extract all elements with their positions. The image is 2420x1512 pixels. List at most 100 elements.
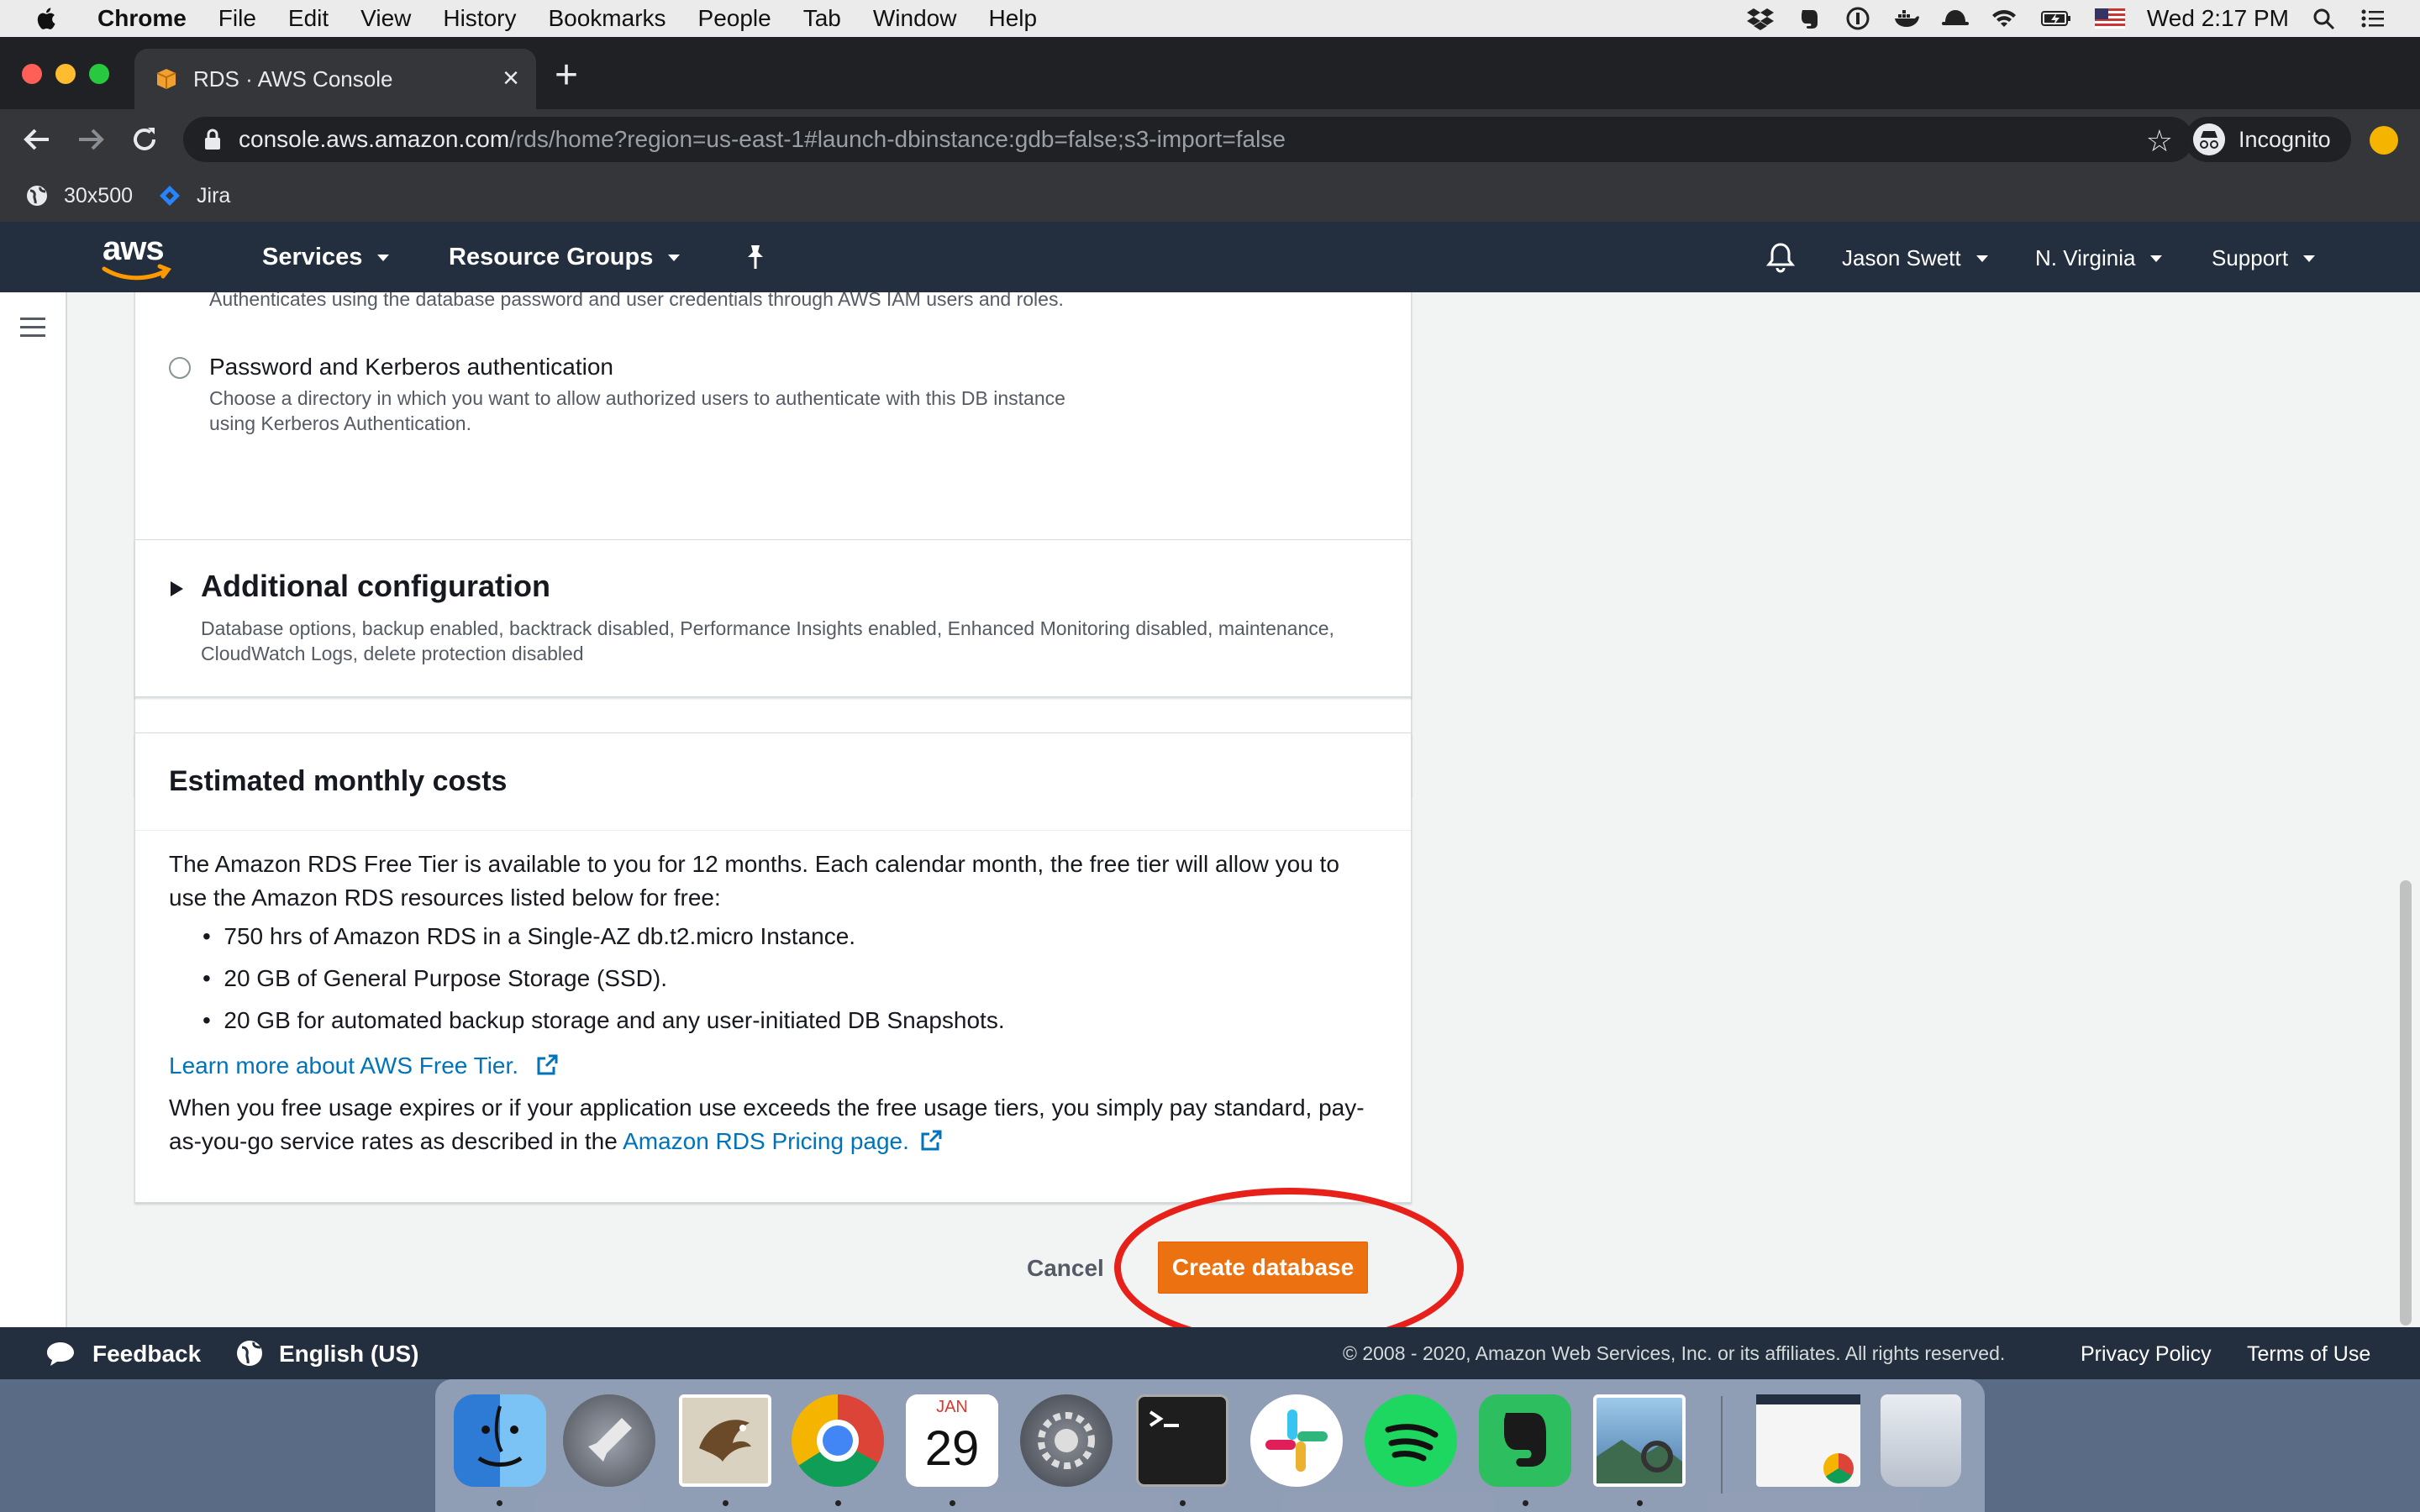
apple-icon[interactable]: [34, 6, 57, 31]
forward-arrow-icon[interactable]: [71, 119, 111, 160]
list-item: • 750 hrs of Amazon RDS in a Single-AZ d…: [203, 923, 856, 949]
incognito-status-icon[interactable]: [1941, 7, 1969, 30]
kerberos-label[interactable]: Password and Kerberos authentication: [209, 350, 613, 384]
cancel-button[interactable]: Cancel: [1027, 1255, 1104, 1282]
feedback-icon[interactable]: [45, 1341, 76, 1368]
bell-icon[interactable]: [1766, 242, 1795, 274]
aws-console-nav: aws Services Resource Groups Jason Swett…: [0, 222, 2420, 292]
chevron-down-icon: [1975, 255, 1988, 262]
aws-console-footer: Feedback English (US) © 2008 - 2020, Ama…: [0, 1327, 2420, 1379]
evernote-app-icon[interactable]: [1479, 1394, 1571, 1487]
services-menu[interactable]: Services: [262, 244, 390, 271]
menu-view[interactable]: View: [360, 5, 411, 32]
menu-tab[interactable]: Tab: [803, 5, 841, 32]
additional-configuration-title[interactable]: Additional configuration: [201, 569, 550, 604]
profile-label: Incognito: [2238, 126, 2331, 152]
resource-groups-menu[interactable]: Resource Groups: [449, 244, 681, 271]
hamburger-menu-icon[interactable]: [20, 318, 45, 338]
terminal-icon[interactable]: [1136, 1394, 1228, 1487]
menu-edit[interactable]: Edit: [288, 5, 329, 32]
browser-tab-rds[interactable]: RDS · AWS Console ×: [134, 49, 536, 109]
terms-of-use-link[interactable]: Terms of Use: [2247, 1342, 2370, 1367]
free-tier-intro: The Amazon RDS Free Tier is available to…: [169, 851, 1339, 911]
docker-icon[interactable]: [1893, 7, 1920, 30]
jira-icon: [160, 186, 181, 206]
additional-configuration-panel[interactable]: Additional configuration Database option…: [134, 539, 1412, 697]
slack-icon[interactable]: [1250, 1394, 1343, 1487]
caret-right-icon[interactable]: [169, 580, 184, 597]
evernote-icon[interactable]: [1796, 7, 1823, 30]
trash-icon[interactable]: [1881, 1394, 1961, 1487]
bookmark-jira[interactable]: Jira: [158, 184, 230, 208]
external-link-icon[interactable]: [919, 1129, 943, 1152]
window-zoom-button[interactable]: [89, 64, 109, 84]
list-item: • 20 GB for automated backup storage and…: [203, 1007, 1005, 1033]
window-minimize-button[interactable]: [55, 64, 76, 84]
aws-smile-icon: [102, 264, 171, 281]
menu-file[interactable]: File: [218, 5, 256, 32]
region-menu[interactable]: N. Virginia: [2035, 245, 2163, 271]
additional-configuration-description: Database options, backup enabled, backtr…: [201, 617, 1334, 664]
spotlight-search-icon[interactable]: [2311, 7, 2338, 30]
mail-icon[interactable]: [679, 1394, 771, 1487]
chevron-down-icon: [2303, 255, 2316, 262]
pricing-paragraph: When you free usage expires or if your a…: [169, 1095, 1365, 1154]
url-host: console.aws.amazon.com: [239, 126, 510, 152]
menu-history[interactable]: History: [443, 5, 516, 32]
globe-icon[interactable]: [235, 1339, 264, 1368]
dock-running-indicator: [1523, 1500, 1528, 1506]
language-selector[interactable]: English (US): [279, 1341, 418, 1368]
calendar-icon[interactable]: JAN 29: [906, 1394, 998, 1487]
clock[interactable]: Wed 2:17 PM: [2147, 5, 2289, 32]
dock-running-indicator: [835, 1500, 841, 1506]
free-tier-list: • 750 hrs of Amazon RDS in a Single-AZ d…: [203, 920, 1379, 1037]
notification-center-icon[interactable]: [2360, 7, 2386, 30]
minimized-window-thumbnail[interactable]: [1756, 1394, 1860, 1487]
feedback-link[interactable]: Feedback: [92, 1341, 201, 1368]
address-bar[interactable]: console.aws.amazon.com/rds/home?region=u…: [183, 117, 2193, 162]
url-path: /rds/home?region=us-east-1#launch-dbinst…: [509, 126, 1286, 152]
user-menu[interactable]: Jason Swett: [1842, 245, 1988, 271]
bookmark-30x500[interactable]: 30x500: [25, 184, 133, 208]
aws-logo[interactable]: aws: [99, 230, 175, 284]
page-scrollbar[interactable]: [2400, 880, 2412, 1326]
dock-running-indicator: [950, 1500, 955, 1506]
kerberos-radio[interactable]: [169, 357, 191, 379]
chrome-icon[interactable]: [792, 1394, 884, 1487]
support-menu[interactable]: Support: [2212, 245, 2316, 271]
external-link-icon[interactable]: [535, 1053, 559, 1077]
estimated-costs-header: Estimated monthly costs: [135, 733, 1411, 831]
system-preferences-gear-icon[interactable]: [1020, 1394, 1113, 1487]
copyright-text: © 2008 - 2020, Amazon Web Services, Inc.…: [1343, 1342, 2006, 1364]
macos-dock: JAN 29: [435, 1379, 1985, 1512]
preview-icon[interactable]: [1593, 1394, 1686, 1487]
spotify-icon[interactable]: [1365, 1394, 1457, 1487]
dropbox-icon[interactable]: [1746, 7, 1774, 30]
chevron-down-icon: [377, 254, 390, 261]
finder-icon[interactable]: [454, 1394, 546, 1487]
menu-chrome[interactable]: Chrome: [97, 5, 187, 32]
bookmark-star-icon[interactable]: ☆: [2146, 123, 2173, 159]
menu-help[interactable]: Help: [988, 5, 1037, 32]
incognito-profile-button[interactable]: Incognito: [2185, 117, 2351, 162]
extension-icon[interactable]: [2370, 126, 2398, 155]
us-flag-icon[interactable]: [2094, 7, 2125, 30]
window-close-button[interactable]: [22, 64, 42, 84]
privacy-policy-link[interactable]: Privacy Policy: [2081, 1342, 2212, 1367]
new-tab-icon[interactable]: +: [555, 55, 578, 96]
menu-people[interactable]: People: [698, 5, 771, 32]
1password-icon[interactable]: [1844, 7, 1871, 30]
launchpad-icon[interactable]: [563, 1394, 655, 1487]
battery-icon[interactable]: [2039, 7, 2073, 30]
lock-icon[interactable]: [203, 129, 222, 150]
tab-close-icon[interactable]: ×: [502, 62, 519, 95]
wifi-icon[interactable]: [1991, 7, 2018, 30]
rds-pricing-link[interactable]: Amazon RDS Pricing page.: [623, 1128, 909, 1154]
pin-icon[interactable]: [743, 244, 768, 272]
back-arrow-icon[interactable]: [17, 119, 57, 160]
menu-window[interactable]: Window: [873, 5, 957, 32]
menu-bookmarks[interactable]: Bookmarks: [548, 5, 666, 32]
learn-more-free-tier-link[interactable]: Learn more about AWS Free Tier.: [169, 1049, 559, 1083]
reload-icon[interactable]: [124, 119, 165, 160]
browser-tab-strip: RDS · AWS Console × +: [0, 37, 2420, 109]
